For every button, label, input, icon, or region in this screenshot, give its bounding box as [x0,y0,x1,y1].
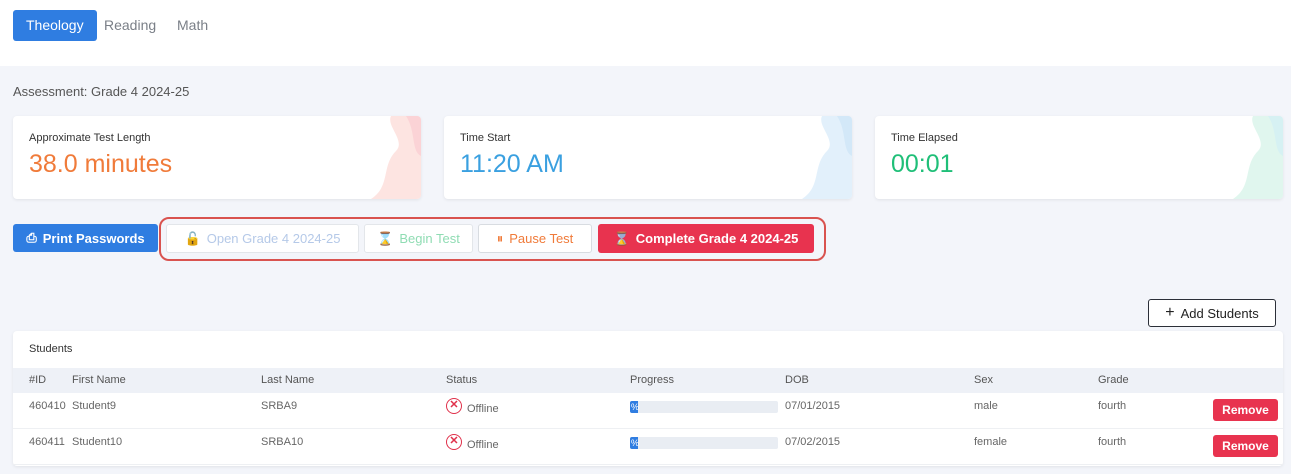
print-passwords-label: Print Passwords [42,230,145,246]
student-last-name: SRBA10 [261,436,304,448]
table-row: 460411 Student10 SRBA10 ✕ Offline % 07/0… [13,429,1283,465]
remove-student-button[interactable]: Remove [1213,399,1278,421]
card-decoration-icon [802,116,852,199]
complete-assessment-button[interactable]: ⌛ Complete Grade 4 2024-25 [598,224,814,253]
students-table-header: #ID First Name Last Name Status Progress… [13,368,1283,393]
student-status: ✕ Offline [446,397,499,415]
progress-bar: % [630,401,778,413]
unlock-icon: 🔓 [184,230,201,246]
offline-icon: ✕ [446,398,462,414]
pause-test-button[interactable]: ⏸ Pause Test [478,224,592,253]
student-status: ✕ Offline [446,433,499,451]
plus-icon: + [1165,304,1175,321]
add-students-button[interactable]: + Add Students [1148,299,1276,327]
open-assessment-button[interactable]: 🔓 Open Grade 4 2024-25 [166,224,359,253]
status-text: Offline [467,439,499,451]
test-length-value: 38.0 minutes [29,150,173,178]
begin-test-button[interactable]: ⌛ Begin Test [364,224,473,253]
progress-fill: % [630,401,640,413]
complete-assessment-label: Complete Grade 4 2024-25 [635,231,799,246]
remove-student-button[interactable]: Remove [1213,435,1278,457]
column-first-name: First Name [72,374,126,386]
student-grade: fourth [1098,400,1127,412]
status-text: Offline [467,403,499,415]
card-decoration-icon [371,116,421,199]
add-students-label: Add Students [1180,305,1259,321]
subject-tabbar: Theology Reading Math [0,0,1291,66]
time-elapsed-label: Time Elapsed [891,132,958,144]
open-assessment-label: Open Grade 4 2024-25 [206,231,341,246]
student-first-name: Student10 [72,436,123,448]
student-sex: male [974,400,998,412]
offline-icon: ✕ [446,434,462,450]
hourglass-icon: ⌛ [613,230,630,246]
time-start-value: 11:20 AM [460,150,564,178]
students-title: Students [29,343,73,355]
time-start-label: Time Start [460,132,511,144]
student-id: 460410 [29,400,66,412]
student-grade: fourth [1098,436,1127,448]
progress-bar: % [630,437,778,449]
column-dob: DOB [785,374,809,386]
test-length-card: Approximate Test Length 38.0 minutes [13,116,421,199]
print-passwords-button[interactable]: ⎙ Print Passwords [13,224,158,252]
tab-reading[interactable]: Reading [91,10,169,41]
table-row: 460410 Student9 SRBA9 ✕ Offline % 07/01/… [13,393,1283,429]
pause-icon: ⏸ [496,230,504,246]
column-status: Status [446,374,478,386]
column-grade: Grade [1098,374,1129,386]
student-id: 460411 [29,436,65,448]
hourglass-icon: ⌛ [377,230,394,246]
assessment-title: Assessment: Grade 4 2024-25 [13,84,190,99]
printer-icon: ⎙ [26,230,37,245]
tab-theology[interactable]: Theology [13,10,97,41]
column-id: #ID [29,374,47,386]
student-dob: 07/02/2015 [785,436,841,448]
student-first-name: Student9 [72,400,117,412]
pause-test-label: Pause Test [509,231,574,246]
progress-fill: % [630,437,640,449]
students-panel: Students #ID First Name Last Name Status… [13,331,1283,466]
student-sex: female [974,436,1008,448]
begin-test-label: Begin Test [399,231,460,246]
test-length-label: Approximate Test Length [29,132,151,144]
time-elapsed-value: 00:01 [891,150,954,178]
student-dob: 07/01/2015 [785,400,841,412]
column-progress: Progress [630,374,675,386]
tab-math[interactable]: Math [164,10,221,41]
time-elapsed-card: Time Elapsed 00:01 [875,116,1283,199]
card-decoration-icon [1233,116,1283,199]
column-last-name: Last Name [261,374,315,386]
student-last-name: SRBA9 [261,400,298,412]
time-start-card: Time Start 11:20 AM [444,116,852,199]
column-sex: Sex [974,374,993,386]
